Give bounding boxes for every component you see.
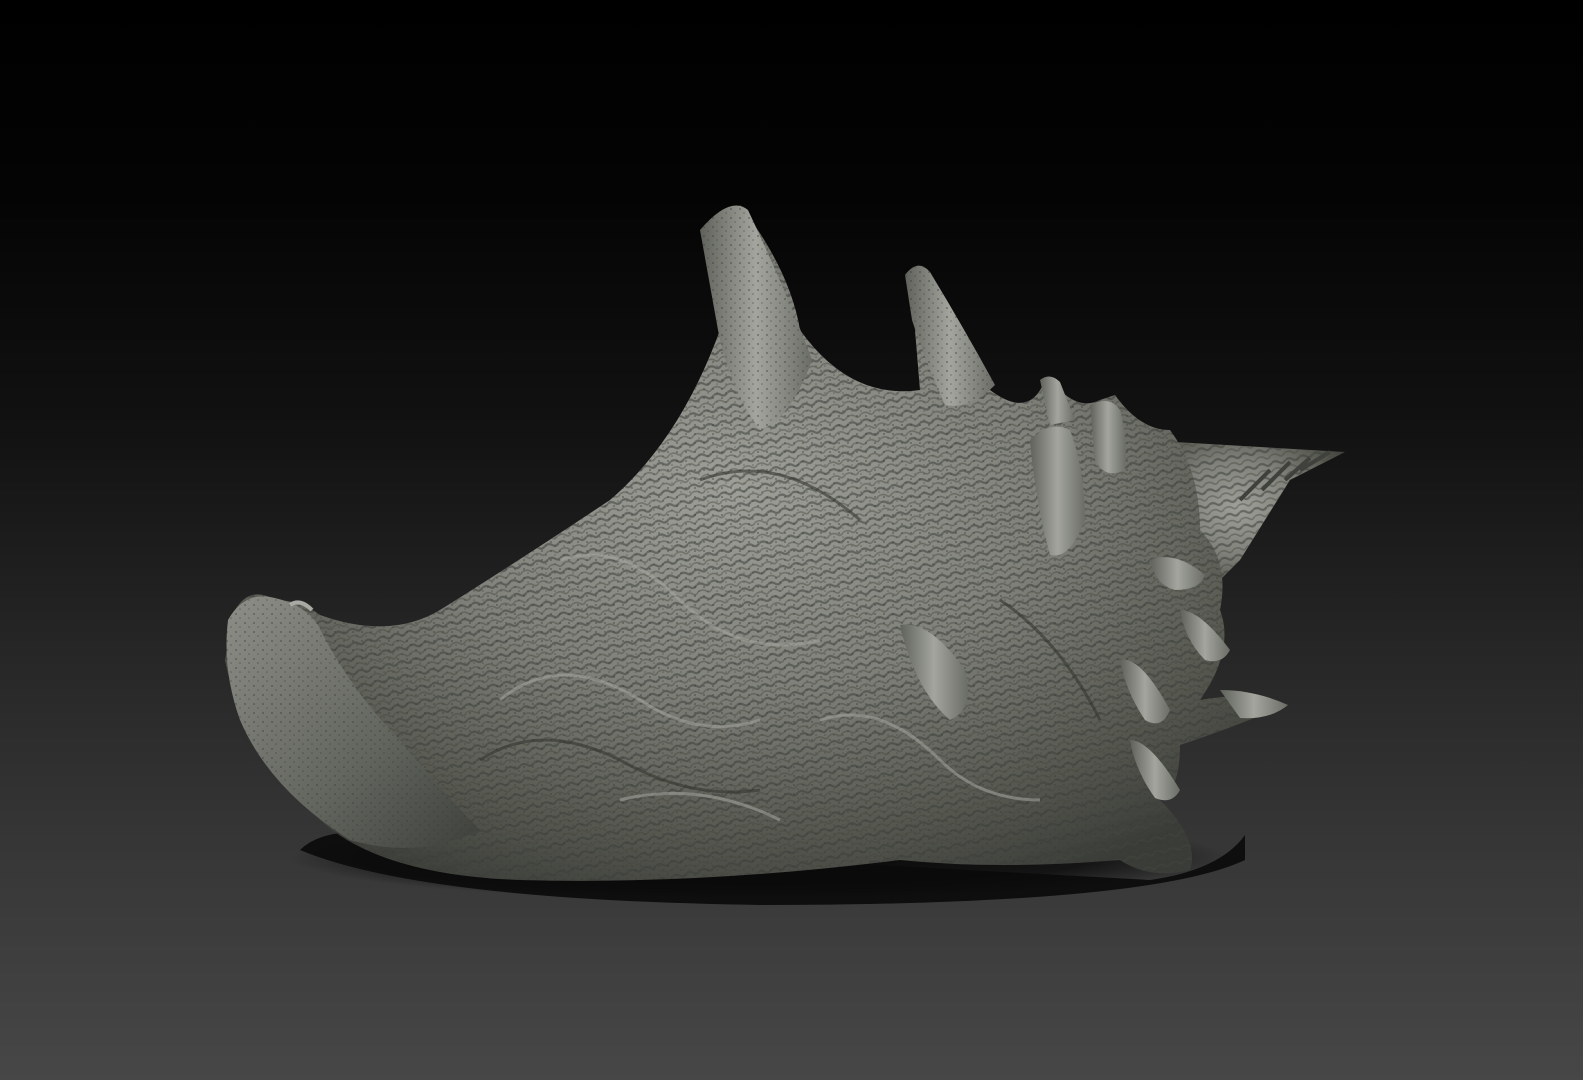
shell-render — [225, 205, 1345, 905]
3d-viewport[interactable] — [0, 0, 1583, 1080]
shell-spike-medium — [905, 265, 995, 406]
